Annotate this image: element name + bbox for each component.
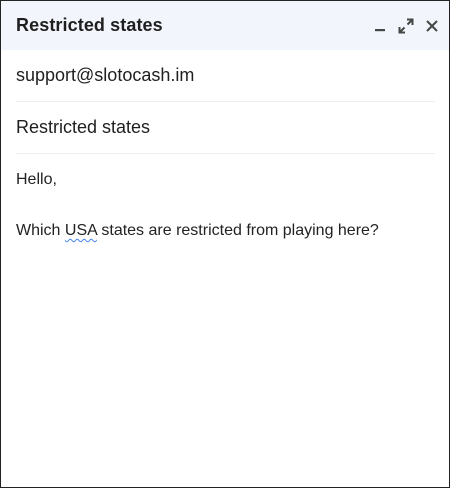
window-controls bbox=[367, 1, 449, 50]
question-text-end: states are restricted from playing here? bbox=[96, 222, 379, 239]
close-button[interactable] bbox=[419, 13, 445, 39]
close-icon bbox=[425, 19, 439, 33]
spellcheck-flagged-word[interactable]: USA bbox=[65, 222, 97, 239]
question-text-start: Which bbox=[16, 222, 65, 239]
subject-text[interactable]: Restricted states bbox=[16, 117, 150, 138]
compose-window: Restricted states support@slotocash.im R… bbox=[0, 0, 450, 488]
recipient-address[interactable]: support@slotocash.im bbox=[16, 65, 194, 86]
minimize-button[interactable] bbox=[367, 13, 393, 39]
expand-icon bbox=[398, 18, 414, 34]
fullscreen-button[interactable] bbox=[393, 13, 419, 39]
message-body[interactable]: Hello, Which USA states are restricted f… bbox=[1, 154, 449, 240]
message-question: Which USA states are restricted from pla… bbox=[16, 222, 434, 240]
recipients-field[interactable]: support@slotocash.im bbox=[16, 50, 435, 102]
message-greeting: Hello, bbox=[16, 171, 57, 188]
compose-title: Restricted states bbox=[16, 15, 163, 35]
compose-header[interactable]: Restricted states bbox=[1, 1, 449, 50]
subject-field[interactable]: Restricted states bbox=[16, 102, 435, 154]
minimize-icon bbox=[373, 19, 387, 33]
